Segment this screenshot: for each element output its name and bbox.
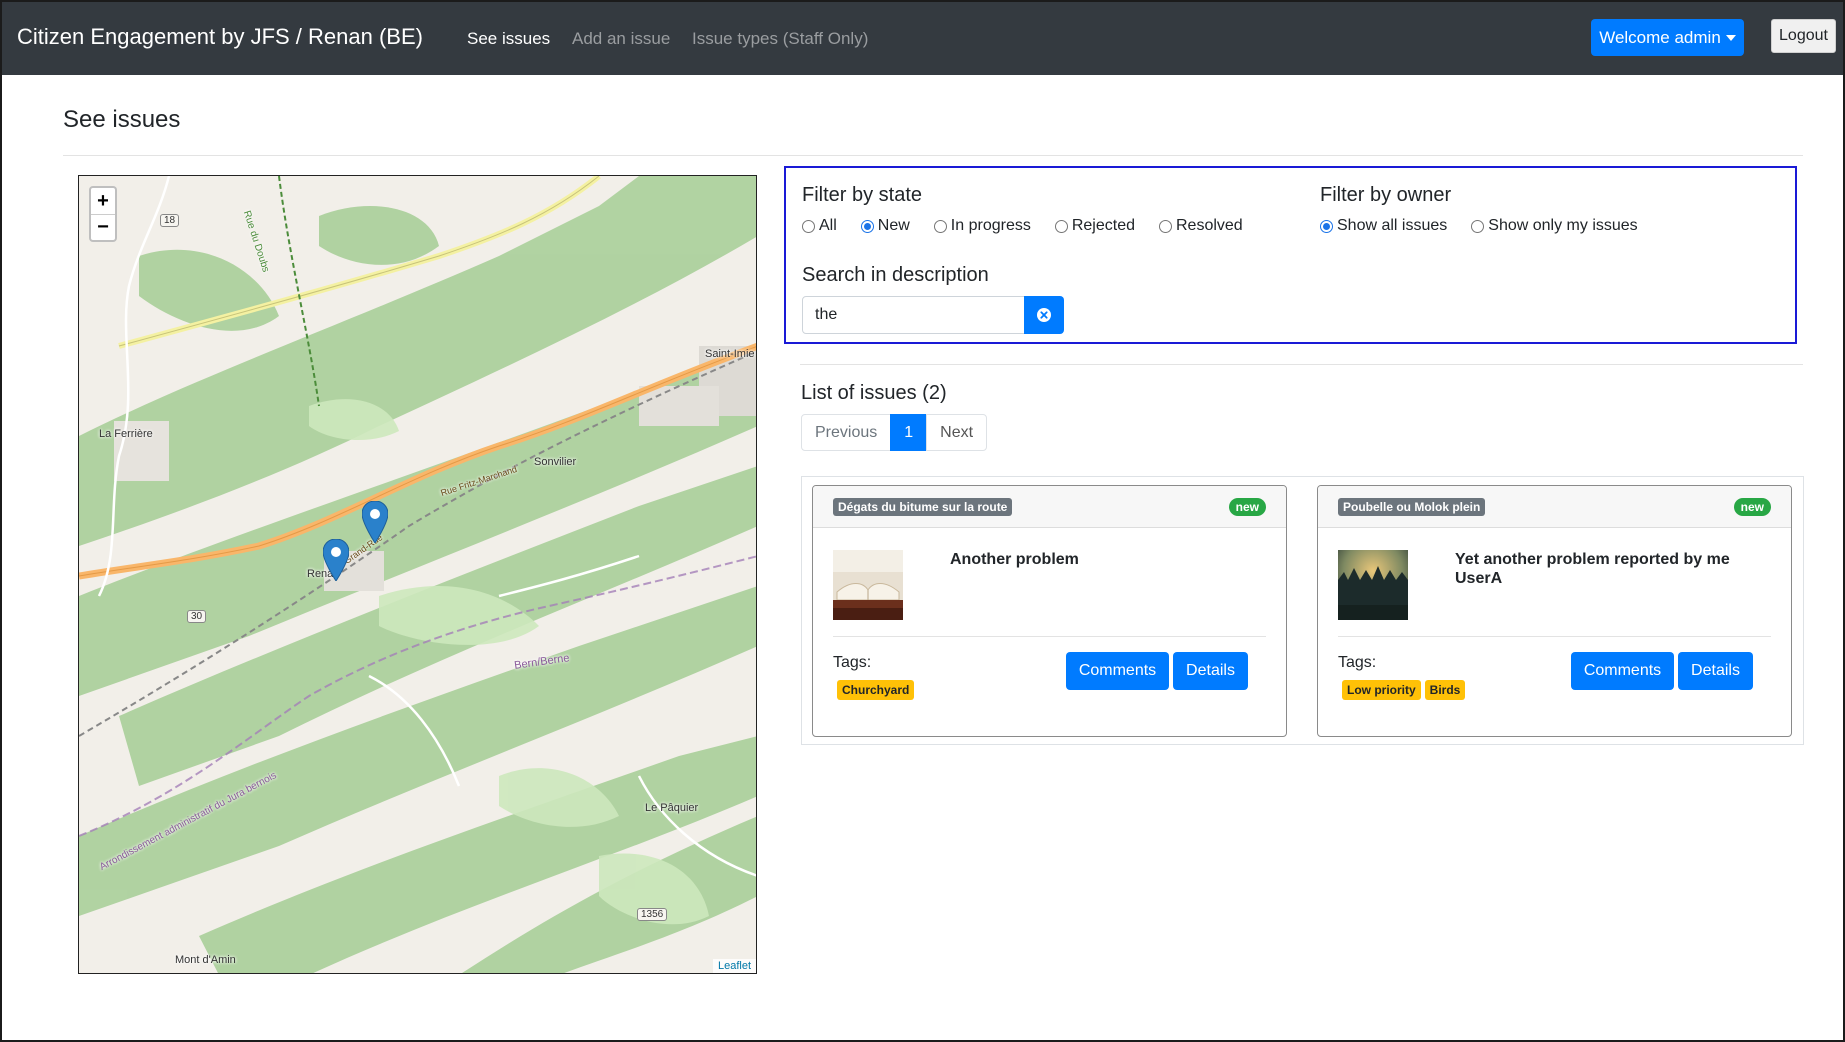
tags-label: Tags: bbox=[1338, 654, 1377, 671]
tag-badge: Birds bbox=[1424, 680, 1466, 700]
page-title: See issues bbox=[63, 106, 181, 133]
divider bbox=[63, 155, 1803, 156]
status-badge: new bbox=[1228, 498, 1266, 516]
brand-title[interactable]: Citizen Engagement by JFS / Renan (BE) bbox=[17, 24, 423, 50]
state-option-all[interactable]: All bbox=[802, 217, 837, 235]
tags-list: Churchyard bbox=[837, 680, 915, 700]
map-label-mont-damin: Mont d'Amin bbox=[175, 954, 236, 966]
clear-search-button[interactable] bbox=[1024, 296, 1064, 334]
filter-state-heading: Filter by state bbox=[802, 184, 923, 206]
owner-radio-group: Show all issues Show only my issues bbox=[1320, 217, 1662, 235]
tags-label: Tags: bbox=[833, 654, 872, 671]
radio-label: Show only my issues bbox=[1488, 217, 1638, 234]
logout-button[interactable]: Logout bbox=[1771, 19, 1836, 53]
owner-option-mine[interactable]: Show only my issues bbox=[1471, 217, 1638, 235]
caret-down-icon bbox=[1725, 34, 1736, 41]
welcome-label: Welcome admin bbox=[1599, 27, 1721, 47]
tags-list: Low priority Birds bbox=[1342, 680, 1466, 700]
radio-label: New bbox=[877, 217, 910, 234]
leaflet-attribution-link[interactable]: Leaflet bbox=[712, 959, 756, 973]
map-label-la-ferriere: La Ferrière bbox=[99, 428, 153, 440]
comments-button[interactable]: Comments bbox=[1571, 652, 1674, 690]
issue-card: Dégats du bitume sur la route new Anothe… bbox=[812, 485, 1287, 737]
state-option-resolved[interactable]: Resolved bbox=[1159, 217, 1243, 235]
map-marker-icon[interactable] bbox=[323, 539, 349, 581]
map-label-sonvilier: Sonvilier bbox=[534, 456, 577, 468]
road-shield-1356: 1356 bbox=[637, 908, 668, 921]
pagination-previous[interactable]: Previous bbox=[801, 414, 892, 451]
radio-label: Rejected bbox=[1071, 217, 1135, 234]
radio-in-progress[interactable] bbox=[933, 219, 947, 233]
filter-owner-heading: Filter by owner bbox=[1320, 184, 1452, 206]
divider bbox=[833, 636, 1266, 637]
forest-image-icon bbox=[1338, 550, 1408, 620]
details-button[interactable]: Details bbox=[1173, 652, 1248, 690]
search-input[interactable]: the bbox=[802, 296, 1026, 334]
radio-new[interactable] bbox=[860, 219, 874, 233]
radio-rejected[interactable] bbox=[1054, 219, 1068, 233]
radio-show-mine[interactable] bbox=[1471, 219, 1485, 233]
map-label-le-paquier: Le Pâquier bbox=[645, 802, 699, 814]
tag-badge: Churchyard bbox=[837, 680, 915, 700]
issues-map[interactable]: + − La Ferrière Sonvilier Saint-Imie Ren… bbox=[78, 175, 757, 974]
zoom-in-button[interactable]: + bbox=[91, 188, 115, 214]
map-marker-icon[interactable] bbox=[362, 501, 388, 543]
radio-resolved[interactable] bbox=[1159, 219, 1172, 233]
state-radio-group: All New In progress Rejected Resolved bbox=[802, 217, 1267, 235]
radio-show-all[interactable] bbox=[1320, 219, 1333, 233]
status-badge: new bbox=[1733, 498, 1771, 516]
card-header: Dégats du bitume sur la route new bbox=[813, 486, 1286, 528]
search-heading: Search in description bbox=[802, 264, 989, 286]
map-label-saint-imier: Saint-Imie bbox=[705, 348, 755, 360]
divider bbox=[1338, 636, 1771, 637]
radio-label: Resolved bbox=[1176, 217, 1243, 234]
radio-label: All bbox=[819, 217, 837, 234]
radio-label: In progress bbox=[950, 217, 1031, 234]
pagination: Previous 1 Next bbox=[801, 414, 988, 451]
zoom-control: + − bbox=[89, 186, 117, 242]
issue-title: Yet another problem reported by me UserA bbox=[1455, 551, 1730, 587]
road-shield-18: 18 bbox=[160, 214, 180, 227]
issue-type-badge: Poubelle ou Molok plein bbox=[1338, 498, 1486, 516]
state-option-rejected[interactable]: Rejected bbox=[1054, 217, 1135, 235]
clear-circle-icon bbox=[1037, 308, 1051, 322]
welcome-dropdown-button[interactable]: Welcome admin bbox=[1591, 19, 1744, 56]
divider bbox=[800, 364, 1803, 365]
state-option-new[interactable]: New bbox=[860, 217, 910, 235]
pagination-next[interactable]: Next bbox=[926, 414, 988, 451]
map-tiles bbox=[79, 176, 756, 973]
book-image-icon bbox=[833, 550, 903, 620]
road-shield-30: 30 bbox=[187, 610, 207, 623]
issues-list-title: List of issues (2) bbox=[801, 382, 947, 404]
details-button[interactable]: Details bbox=[1678, 652, 1753, 690]
issues-cards-container: Dégats du bitume sur la route new Anothe… bbox=[801, 476, 1804, 745]
nav-add-issue[interactable]: Add an issue bbox=[572, 29, 670, 49]
zoom-out-button[interactable]: − bbox=[91, 214, 115, 240]
top-navbar: Citizen Engagement by JFS / Renan (BE) S… bbox=[0, 0, 1845, 75]
state-option-in-progress[interactable]: In progress bbox=[933, 217, 1031, 235]
pagination-page-1[interactable]: 1 bbox=[890, 414, 928, 451]
tag-badge: Low priority bbox=[1342, 680, 1421, 700]
issue-thumbnail[interactable] bbox=[1338, 550, 1408, 620]
issue-thumbnail[interactable] bbox=[833, 550, 903, 620]
owner-option-all[interactable]: Show all issues bbox=[1320, 217, 1447, 235]
issue-type-badge: Dégats du bitume sur la route bbox=[833, 498, 1013, 516]
radio-label: Show all issues bbox=[1337, 217, 1448, 234]
issue-card: Poubelle ou Molok plein new Yet another … bbox=[1317, 485, 1792, 737]
card-header: Poubelle ou Molok plein new bbox=[1318, 486, 1791, 528]
issue-title: Another problem bbox=[950, 551, 1079, 568]
filter-panel: Filter by state All New In progress Reje… bbox=[784, 166, 1797, 344]
radio-all[interactable] bbox=[802, 219, 815, 233]
nav-see-issues[interactable]: See issues bbox=[467, 29, 550, 49]
comments-button[interactable]: Comments bbox=[1066, 652, 1169, 690]
nav-issue-types[interactable]: Issue types (Staff Only) bbox=[692, 29, 868, 49]
